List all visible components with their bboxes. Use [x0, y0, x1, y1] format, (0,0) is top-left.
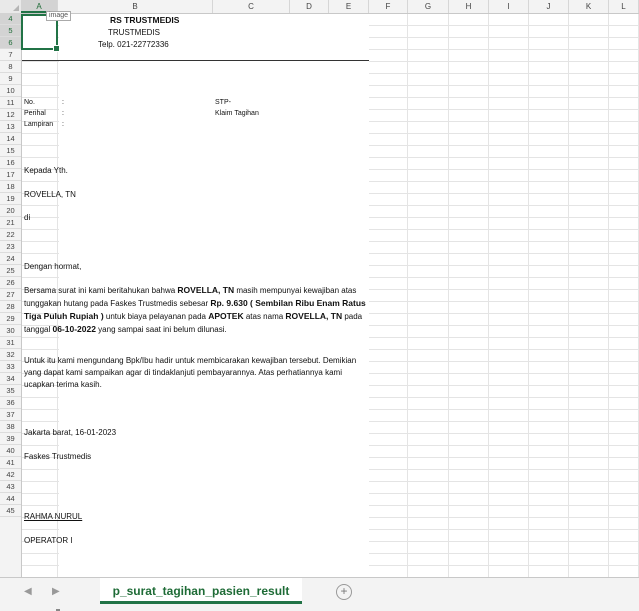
- row-header-8[interactable]: 8: [0, 61, 21, 73]
- row-header-23[interactable]: 23: [0, 241, 21, 253]
- colon-3: :: [62, 121, 64, 128]
- row-header-20[interactable]: 20: [0, 205, 21, 217]
- row-header-37[interactable]: 37: [0, 409, 21, 421]
- grid-column-line: [528, 13, 529, 577]
- sheet-tab-bar: ◀ ▶ p_surat_tagihan_pasien_result +: [0, 577, 639, 611]
- row-header-15[interactable]: 15: [0, 145, 21, 157]
- row-header-35[interactable]: 35: [0, 385, 21, 397]
- prev-sheet-icon[interactable]: ◀: [24, 586, 32, 597]
- paragraph-1: Bersama surat ini kami beritahukan bahwa…: [24, 285, 366, 334]
- signer-name: RAHMA NURUL: [24, 512, 83, 521]
- row-header-10[interactable]: 10: [0, 85, 21, 97]
- di-text: di: [24, 213, 31, 222]
- paragraph-2: Untuk itu kami mengundang Bpk/Ibu hadir …: [24, 356, 357, 389]
- column-header-K[interactable]: K: [569, 0, 609, 13]
- row-header-11[interactable]: 11: [0, 97, 21, 109]
- row-header-45[interactable]: 45: [0, 505, 21, 517]
- row-header-43[interactable]: 43: [0, 481, 21, 493]
- row-header-29[interactable]: 29: [0, 313, 21, 325]
- row-header-22[interactable]: 22: [0, 229, 21, 241]
- image-label: image: [46, 11, 72, 21]
- column-header-D[interactable]: D: [290, 0, 329, 13]
- hospital-phone: Telp. 021-22772336: [98, 40, 169, 49]
- salutation-text: Dengan hormat,: [24, 262, 82, 271]
- grid-column-line: [448, 13, 449, 577]
- row-header-26[interactable]: 26: [0, 277, 21, 289]
- next-sheet-icon[interactable]: ▶: [52, 586, 60, 597]
- row-header-25[interactable]: 25: [0, 265, 21, 277]
- row-header-4[interactable]: 4: [0, 13, 21, 25]
- row-header-28[interactable]: 28: [0, 301, 21, 313]
- row-header-36[interactable]: 36: [0, 397, 21, 409]
- header-divider-line: [22, 60, 369, 61]
- column-header-L[interactable]: L: [609, 0, 639, 13]
- row-header-42[interactable]: 42: [0, 469, 21, 481]
- row-header-41[interactable]: 41: [0, 457, 21, 469]
- faskes-text: Faskes Trustmedis: [24, 452, 92, 461]
- row-header-17[interactable]: 17: [0, 169, 21, 181]
- klaim-value: Klaim Tagihan: [215, 110, 259, 117]
- row-header-7[interactable]: 7: [0, 49, 21, 61]
- row-header-16[interactable]: 16: [0, 157, 21, 169]
- row-header-21[interactable]: 21: [0, 217, 21, 229]
- column-header-F[interactable]: F: [369, 0, 408, 13]
- row-header-39[interactable]: 39: [0, 433, 21, 445]
- select-all-corner[interactable]: [0, 0, 22, 13]
- row-header-44[interactable]: 44: [0, 493, 21, 505]
- row-header-9[interactable]: 9: [0, 73, 21, 85]
- lampiran-label: Lampiran: [24, 121, 54, 128]
- row-header-18[interactable]: 18: [0, 181, 21, 193]
- column-header-bar: ABCDEFGHIJKL: [0, 0, 639, 14]
- row-header-38[interactable]: 38: [0, 421, 21, 433]
- grid-column-line: [407, 13, 408, 577]
- grid-column-line: [608, 13, 609, 577]
- row-header-5[interactable]: 5: [0, 25, 21, 37]
- row-header-30[interactable]: 30: [0, 325, 21, 337]
- signer-role: OPERATOR I: [24, 536, 73, 545]
- row-header-34[interactable]: 34: [0, 373, 21, 385]
- hospital-name: RS TRUSTMEDIS: [110, 15, 180, 25]
- row-header-31[interactable]: 31: [0, 337, 21, 349]
- grid-column-line: [488, 13, 489, 577]
- place-date-text: Jakarta barat, 16-01-2023: [24, 428, 117, 437]
- row-header-19[interactable]: 19: [0, 193, 21, 205]
- column-header-C[interactable]: C: [213, 0, 290, 13]
- row-header-bar: 4 5 6 7 8 9 10 11 12 13 14 15 16 17 18 19 20 21 22 23 24 25 26…: [0, 13, 22, 577]
- hospital-subname: TRUSTMEDIS: [108, 28, 160, 37]
- row-header-14[interactable]: 14: [0, 133, 21, 145]
- row-header-27[interactable]: 27: [0, 289, 21, 301]
- column-header-B[interactable]: B: [58, 0, 213, 13]
- column-header-J[interactable]: J: [529, 0, 569, 13]
- spreadsheet-grid[interactable]: ABCDEFGHIJKL 4 5 6 7 8 9 10 11 12 13 14 15 16 17 18 19 2…: [0, 0, 639, 577]
- recipient-name: ROVELLA, TN: [24, 190, 76, 199]
- kepada-text: Kepada Yth.: [24, 166, 68, 175]
- row-header-40[interactable]: 40: [0, 445, 21, 457]
- column-header-E[interactable]: E: [329, 0, 369, 13]
- row-header-6[interactable]: 6: [0, 37, 21, 49]
- sheet-tab-active[interactable]: p_surat_tagihan_pasien_result: [100, 578, 302, 604]
- row-header-33[interactable]: 33: [0, 361, 21, 373]
- row-header-12[interactable]: 12: [0, 109, 21, 121]
- column-header-I[interactable]: I: [489, 0, 529, 13]
- row-header-32[interactable]: 32: [0, 349, 21, 361]
- column-header-H[interactable]: H: [449, 0, 489, 13]
- row-header-13[interactable]: 13: [0, 121, 21, 133]
- add-sheet-icon[interactable]: +: [336, 584, 352, 600]
- column-header-G[interactable]: G: [408, 0, 449, 13]
- grid-column-line: [568, 13, 569, 577]
- row-header-24[interactable]: 24: [0, 253, 21, 265]
